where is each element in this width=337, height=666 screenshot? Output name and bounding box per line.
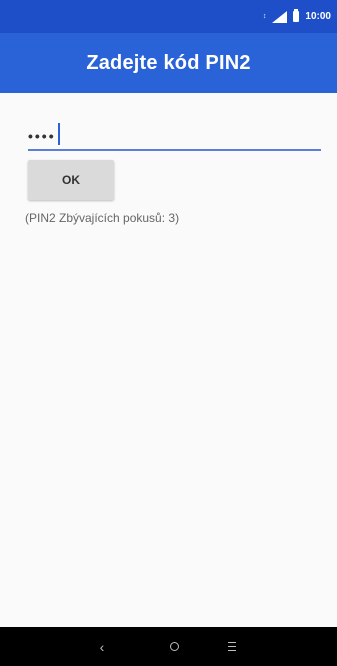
status-time: 10:00	[305, 11, 331, 22]
data-activity-icon: ↕	[262, 13, 267, 20]
status-icons: ↕ 10:00	[263, 0, 331, 33]
status-bar: ↕ 10:00	[0, 0, 337, 33]
navigation-bar: ‹	[0, 627, 337, 666]
signal-icon	[272, 10, 288, 23]
page-title: Zadejte kód PIN2	[86, 51, 251, 74]
home-button[interactable]	[154, 627, 194, 666]
battery-icon	[293, 9, 300, 22]
text-cursor	[57, 123, 60, 145]
remaining-attempts-label: (PIN2 Zbývajících pokusů: 3)	[25, 211, 180, 225]
pin2-input[interactable]: ••••	[28, 119, 321, 151]
home-icon	[169, 642, 179, 651]
recents-button[interactable]	[212, 627, 252, 666]
back-icon: ‹	[99, 638, 105, 655]
pin2-masked-value: ••••	[28, 128, 56, 144]
pin2-screen: ↕ 10:00 Zadejte kód PIN2 •••• OK (PIN2 Z…	[0, 0, 337, 666]
ok-button[interactable]: OK	[28, 160, 114, 200]
app-bar: Zadejte kód PIN2	[0, 33, 337, 93]
content-area: •••• OK (PIN2 Zbývajících pokusů: 3)	[0, 93, 337, 627]
recents-icon	[228, 642, 236, 651]
back-button[interactable]: ‹	[82, 627, 122, 666]
